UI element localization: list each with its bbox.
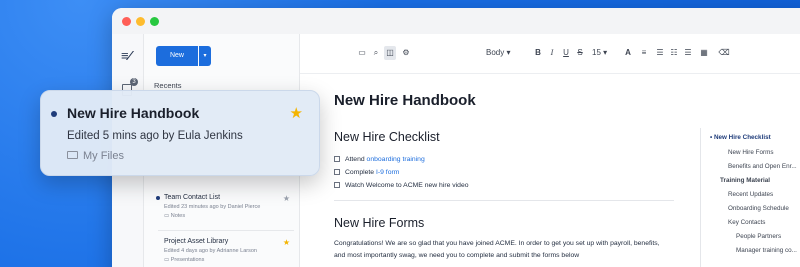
card-location-label: My Files xyxy=(83,150,124,162)
search-icon[interactable]: ⌕ xyxy=(370,46,382,60)
table-icon[interactable]: ▦ xyxy=(698,46,710,60)
onboarding-training-link[interactable]: onboarding training xyxy=(367,156,425,163)
minimize-window-button[interactable] xyxy=(136,17,145,26)
bullet-icon xyxy=(51,111,57,117)
outline-item[interactable]: Recent Updates xyxy=(728,191,773,198)
app-logo-icon[interactable]: ≡∕ xyxy=(121,48,131,63)
settings-icon[interactable]: ⚙ xyxy=(400,46,412,60)
forms-paragraph[interactable]: Congratulations! We are so glad that you… xyxy=(334,238,669,250)
card-subtitle: Edited 5 mins ago by Eula Jenkins xyxy=(67,130,243,142)
folder-icon xyxy=(67,151,78,159)
outline-item[interactable]: Training Material xyxy=(720,177,770,184)
checklist-item[interactable]: Attend onboarding training xyxy=(334,156,425,163)
recents-heading: Recents xyxy=(154,81,182,90)
text-color-icon[interactable]: A xyxy=(622,46,634,60)
checklist-text: Complete xyxy=(345,169,376,176)
file-location-label: Notes xyxy=(170,213,186,219)
align-icon[interactable]: ≡ xyxy=(638,46,650,60)
forms-paragraph[interactable]: and most importantly swag, we need you t… xyxy=(334,250,669,262)
italic-icon[interactable]: I xyxy=(546,46,558,60)
outline-item[interactable]: • New Hire Checklist xyxy=(710,134,771,141)
underline-icon[interactable]: U xyxy=(560,46,572,60)
clear-format-icon[interactable]: ⌫ xyxy=(718,46,730,60)
font-size-dropdown[interactable]: 15 ▾ xyxy=(592,46,607,60)
checkbox[interactable] xyxy=(334,182,340,188)
folder-icon: ▭ xyxy=(164,257,171,263)
strikethrough-icon[interactable]: S xyxy=(574,46,586,60)
outline-item[interactable]: People Partners xyxy=(736,233,781,240)
checkbox[interactable] xyxy=(334,169,340,175)
star-icon[interactable]: ★ xyxy=(283,194,290,203)
recent-file-card[interactable]: New Hire Handbook ★ Edited 5 mins ago by… xyxy=(40,90,320,176)
style-label: Body xyxy=(486,48,505,57)
folder-icon: ▭ xyxy=(164,213,171,219)
card-title: New Hire Handbook xyxy=(67,105,200,121)
new-dropdown-button[interactable]: ▾ xyxy=(199,46,211,66)
file-meta: Edited 4 days ago by Adrianne Larson xyxy=(164,248,257,254)
document-title[interactable]: New Hire Handbook xyxy=(334,92,476,109)
file-location: ▭ Notes xyxy=(164,213,294,219)
font-size-label: 15 xyxy=(592,48,601,57)
file-name: Project Asset Library xyxy=(164,238,229,245)
star-icon[interactable]: ★ xyxy=(283,238,290,247)
checklist-item[interactable]: Watch Welcome to ACME new hire video xyxy=(334,182,469,189)
checklist-icon[interactable]: ☰ xyxy=(682,46,694,60)
file-location: ▭ Presentations xyxy=(164,257,294,263)
card-location: My Files xyxy=(67,150,124,162)
divider xyxy=(158,230,294,231)
star-icon[interactable]: ★ xyxy=(290,104,303,122)
file-meta: Edited 23 minutes ago by Daniel Pierce xyxy=(164,204,261,210)
new-button[interactable]: New xyxy=(156,46,198,66)
checklist-heading[interactable]: New Hire Checklist xyxy=(334,130,440,144)
sidebar-toggle-icon[interactable]: ◫ xyxy=(384,46,396,60)
checkbox[interactable] xyxy=(334,156,340,162)
forms-heading[interactable]: New Hire Forms xyxy=(334,216,424,230)
file-location-label: Presentations xyxy=(170,257,205,263)
file-item-project-asset-library[interactable]: Project Asset Library Edited 4 days ago … xyxy=(164,238,294,263)
bullet-list-icon[interactable]: ☰ xyxy=(654,46,666,60)
outline-item[interactable]: Manager training co... xyxy=(736,247,797,254)
outline-item[interactable]: New Hire Forms xyxy=(728,149,773,156)
title-bar xyxy=(112,8,800,34)
i9-form-link[interactable]: I-9 form xyxy=(376,169,399,176)
outline-item[interactable]: Onboarding Schedule xyxy=(728,205,789,212)
style-dropdown[interactable]: Body ▾ xyxy=(486,46,510,60)
folder-icon[interactable]: ▭ xyxy=(356,46,368,60)
notification-badge: 3 xyxy=(130,78,138,86)
maximize-window-button[interactable] xyxy=(150,17,159,26)
bullet-icon xyxy=(156,196,160,200)
close-window-button[interactable] xyxy=(122,17,131,26)
bold-icon[interactable]: B xyxy=(532,46,544,60)
checklist-text: Watch Welcome to ACME new hire video xyxy=(345,182,469,189)
divider xyxy=(334,200,674,201)
file-name: Team Contact List xyxy=(164,194,221,201)
file-item-team-contact-list[interactable]: Team Contact List Edited 23 minutes ago … xyxy=(156,194,294,219)
outline-item[interactable]: Benefits and Open Enr... xyxy=(728,163,797,170)
outline-divider xyxy=(700,128,701,267)
checklist-text: Attend xyxy=(345,156,367,163)
editor-toolbar: ▭ ⌕ ◫ ⚙ Body ▾ B I U S 15 ▾ A ≡ ☰ ☷ ☰ ▦ … xyxy=(300,34,800,74)
document-area: New Hire Handbook New Hire Checklist Att… xyxy=(300,74,800,267)
checklist-item[interactable]: Complete I-9 form xyxy=(334,169,399,176)
outline-label: New Hire Checklist xyxy=(713,134,771,141)
outline-item[interactable]: Key Contacts xyxy=(728,219,765,226)
numbered-list-icon[interactable]: ☷ xyxy=(668,46,680,60)
